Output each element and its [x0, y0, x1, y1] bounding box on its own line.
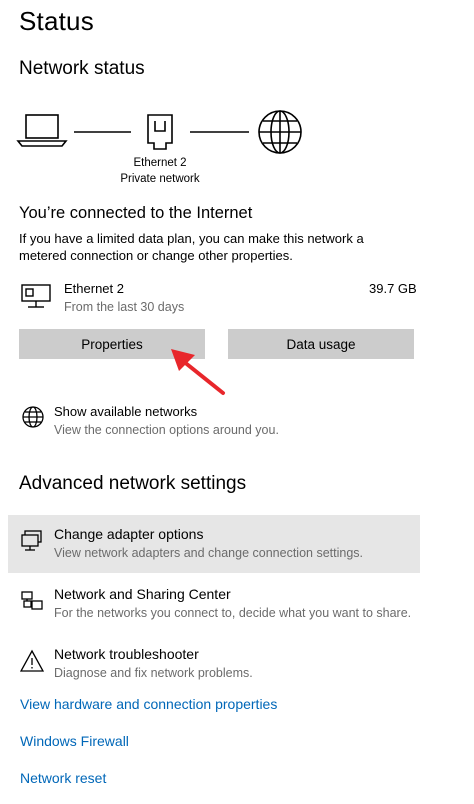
network-diagram [16, 110, 302, 154]
data-usage-button[interactable]: Data usage [228, 329, 414, 359]
sharing-center-title: Network and Sharing Center [54, 586, 231, 602]
laptop-icon [16, 114, 68, 147]
windows-firewall-link[interactable]: Windows Firewall [20, 733, 129, 749]
change-adapter-description: View network adapters and change connect… [54, 546, 363, 560]
page-title: Status [19, 6, 94, 36]
change-adapter-options[interactable]: Change adapter options View network adap… [8, 515, 420, 573]
network-status-heading: Network status [19, 58, 145, 79]
diagram-network-type: Private network [120, 173, 200, 185]
globe-icon [258, 110, 302, 154]
adapter-icon [21, 530, 42, 551]
usage-data-amount: 39.7 GB [369, 281, 417, 296]
globe-network-icon [22, 406, 44, 428]
change-adapter-title: Change adapter options [54, 526, 204, 542]
connected-description-line1: If you have a limited data plan, you can… [19, 231, 364, 246]
annotation-arrow [171, 349, 225, 395]
network-troubleshooter[interactable]: Network troubleshooter Diagnose and fix … [8, 635, 420, 693]
usage-period: From the last 30 days [64, 300, 185, 314]
ethernet-icon [147, 114, 173, 150]
advanced-settings-heading: Advanced network settings [19, 473, 247, 494]
ethernet-adapter-icon [21, 284, 51, 308]
network-reset-link[interactable]: Network reset [20, 770, 106, 786]
show-networks-description: View the connection options around you. [54, 423, 279, 437]
sharing-center-description: For the networks you connect to, decide … [54, 606, 412, 620]
network-sharing-center[interactable]: Network and Sharing Center For the netwo… [8, 575, 420, 633]
diagram-adapter-name: Ethernet 2 [133, 157, 187, 169]
sharing-center-icon [21, 591, 43, 610]
show-available-networks[interactable]: Show available networks View the connect… [8, 396, 420, 446]
troubleshooter-description: Diagnose and fix network problems. [54, 666, 253, 680]
show-networks-title: Show available networks [54, 404, 198, 419]
usage-adapter-name: Ethernet 2 [64, 281, 124, 296]
connected-heading: You’re connected to the Internet [19, 204, 253, 222]
warning-icon [20, 649, 44, 672]
view-hardware-properties-link[interactable]: View hardware and connection properties [20, 696, 277, 712]
troubleshooter-title: Network troubleshooter [54, 646, 199, 662]
connected-description-line2: metered connection or change other prope… [19, 248, 293, 263]
